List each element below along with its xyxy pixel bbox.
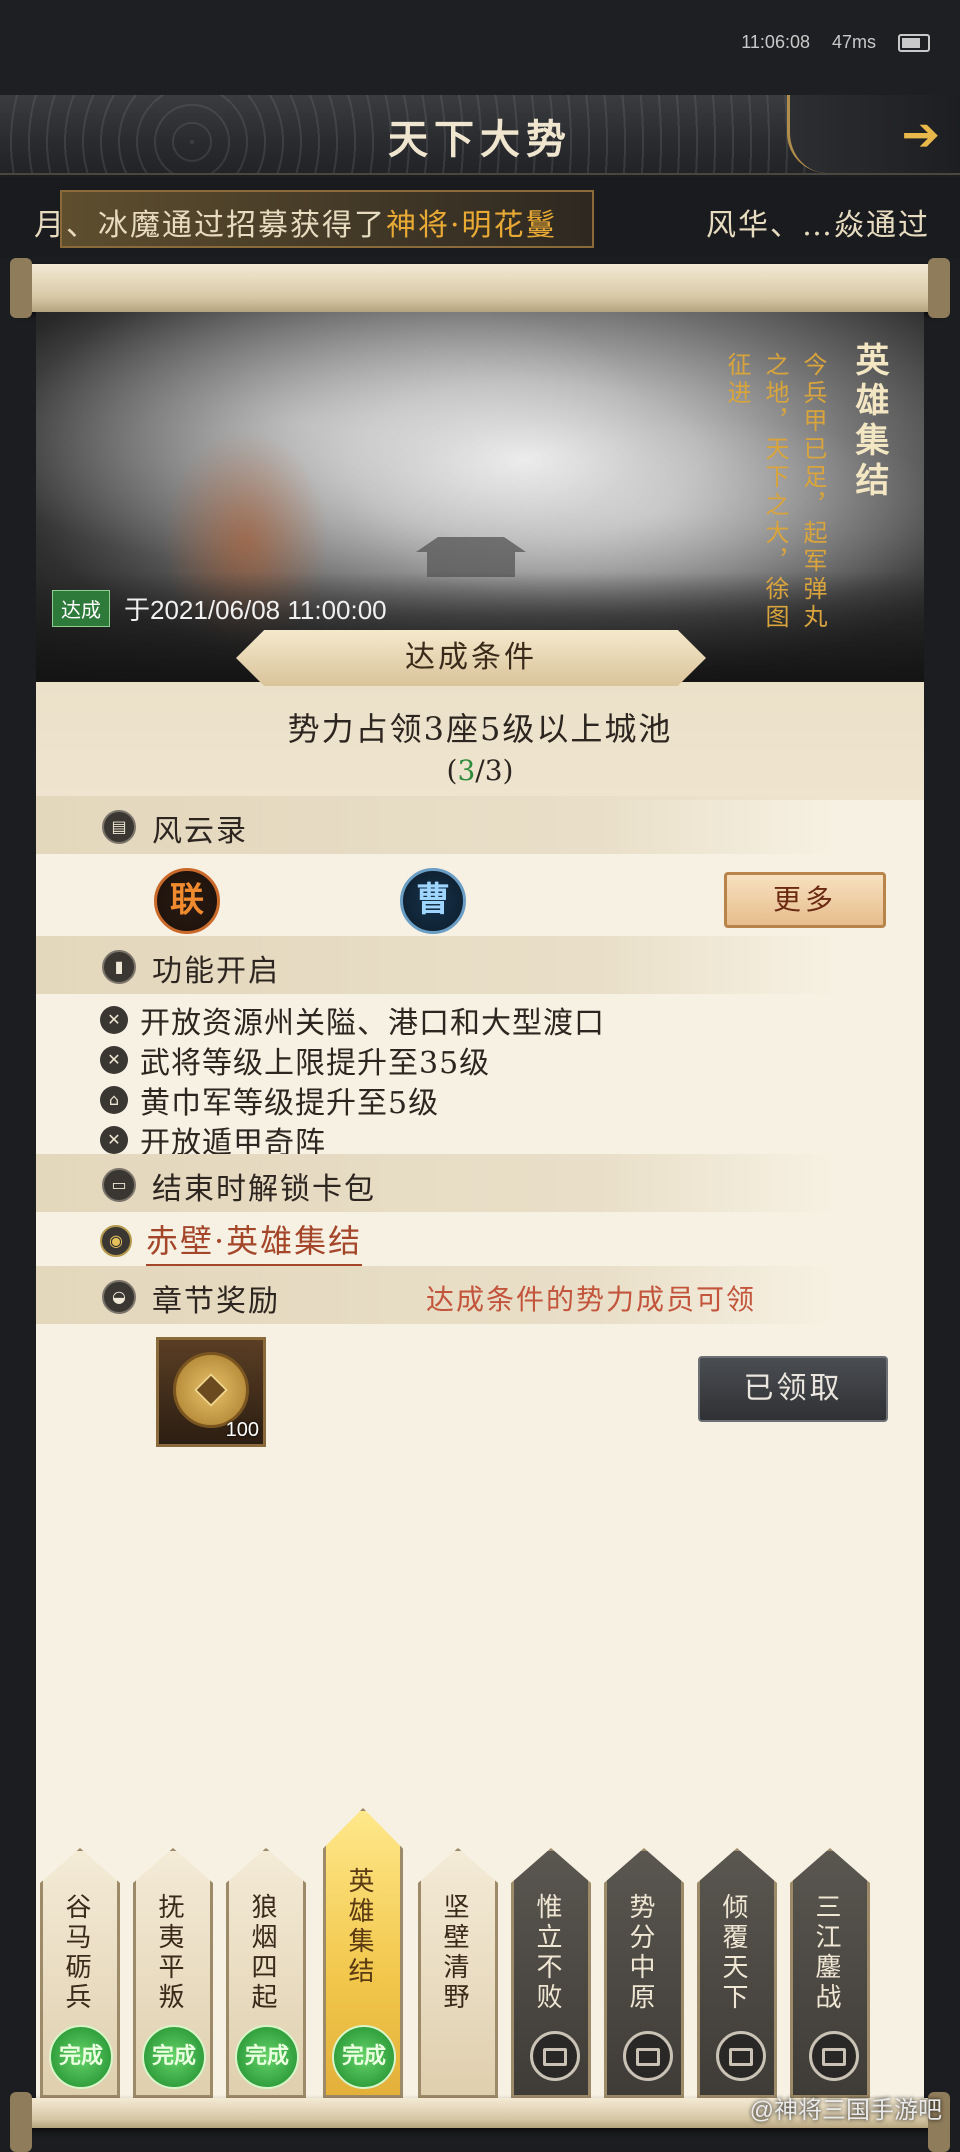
tab-chapter-1[interactable]: 谷马砺兵 完成 bbox=[40, 1848, 120, 2098]
feature-item: ✕ 武将等级上限提升至35级 bbox=[100, 1038, 490, 1082]
scroll-icon: ▮ bbox=[102, 950, 136, 984]
tab-chapter-3[interactable]: 狼烟四起 完成 bbox=[226, 1848, 306, 2098]
crossed-swords-icon: ✕ bbox=[100, 1006, 128, 1034]
tab-chapter-9[interactable]: 三江鏖战 bbox=[790, 1848, 870, 2098]
completed-badge-icon: 完成 bbox=[49, 2025, 113, 2089]
crossed-swords-icon: ✕ bbox=[100, 1046, 128, 1074]
crossed-swords-icon: ✕ bbox=[100, 1126, 128, 1154]
section-fengyun: ▤ 风云录 bbox=[36, 796, 836, 854]
clock: 11:06:08 bbox=[741, 32, 810, 52]
achieved-time: 于2021/06/08 11:00:00 bbox=[124, 595, 387, 625]
hero-emblem-icon: ◉ bbox=[100, 1225, 132, 1257]
section-features: ▮ 功能开启 bbox=[36, 936, 836, 994]
tab-chapter-2[interactable]: 抚夷平叛 完成 bbox=[133, 1848, 213, 2098]
section-card-pack: ▭ 结束时解锁卡包 bbox=[36, 1154, 836, 1212]
tab-chapter-6[interactable]: 惟立不败 bbox=[511, 1848, 591, 2098]
book-icon: ▤ bbox=[102, 810, 136, 844]
tab-chapter-8[interactable]: 倾覆天下 bbox=[697, 1848, 777, 2098]
card-pack-icon: ▭ bbox=[102, 1168, 136, 1202]
locked-chest-icon bbox=[716, 2031, 766, 2081]
condition-progress: (3/3) bbox=[446, 754, 514, 787]
faction-cao-icon[interactable]: 曹 bbox=[400, 868, 466, 934]
tab-chapter-7[interactable]: 势分中原 bbox=[604, 1848, 684, 2098]
section-fengyun-label: 风云录 bbox=[152, 814, 248, 849]
tab-chapter-5[interactable]: 坚壁清野 bbox=[418, 1848, 498, 2098]
section-reward: ◒ 章节奖励 达成条件的势力成员可领 bbox=[36, 1266, 836, 1324]
feature-item: ✕ 开放资源州关隘、港口和大型渡口 bbox=[100, 998, 605, 1042]
section-reward-label: 章节奖励 bbox=[152, 1284, 280, 1319]
feature-item: ⌂ 黄巾军等级提升至5级 bbox=[100, 1078, 439, 1122]
section-features-label: 功能开启 bbox=[152, 954, 280, 989]
back-button[interactable]: ➔ bbox=[787, 95, 960, 173]
achieved-row: 达成 于2021/06/08 11:00:00 bbox=[52, 590, 387, 627]
reward-quantity: 100 bbox=[225, 1419, 259, 1441]
condition-text: 势力占领3座5级以上城池 bbox=[287, 710, 673, 748]
completed-badge-icon: 完成 bbox=[142, 2025, 206, 2089]
watermark: @神将三国手游吧 bbox=[749, 2097, 942, 2124]
chapter-banner: 英雄集结 今兵甲已足，起军弹丸之地，天下之大，徐图征进 达成 于2021/06/… bbox=[36, 312, 924, 682]
reward-note: 达成条件的势力成员可领 bbox=[426, 1283, 757, 1316]
chapter-verse: 今兵甲已足，起军弹丸之地，天下之大，徐图征进 bbox=[723, 352, 827, 632]
copper-coin-icon bbox=[173, 1352, 249, 1428]
achieved-badge: 达成 bbox=[52, 590, 110, 627]
ticker-prefix: 月、冰魔通过招募获得了 bbox=[34, 208, 386, 243]
completed-badge-icon: 完成 bbox=[235, 2025, 299, 2089]
ticker-hero: 神将·明花鬘 bbox=[386, 208, 558, 243]
more-button[interactable]: 更多 bbox=[724, 872, 886, 928]
tab-chapter-4-active[interactable]: 英雄集结 完成 bbox=[323, 1808, 403, 2098]
reward-bowl-icon: ◒ bbox=[102, 1280, 136, 1314]
reward-item[interactable]: 100 bbox=[156, 1337, 266, 1447]
scroll-rod-top bbox=[10, 258, 950, 318]
gate-icon: ⌂ bbox=[100, 1086, 128, 1114]
locked-chest-icon bbox=[623, 2031, 673, 2081]
chapter-tabs: 谷马砺兵 完成 抚夷平叛 完成 狼烟四起 完成 英雄集结 完成 坚壁清野 惟立不… bbox=[40, 1808, 920, 2098]
chapter-title: 英雄集结 bbox=[849, 342, 889, 502]
locked-chest-icon bbox=[809, 2031, 859, 2081]
card-pack-link-text[interactable]: 赤壁·英雄集结 bbox=[146, 1216, 363, 1266]
section-card-pack-label: 结束时解锁卡包 bbox=[152, 1172, 376, 1207]
latency: 47ms bbox=[831, 32, 876, 52]
card-pack-link[interactable]: ◉ 赤壁·英雄集结 bbox=[100, 1216, 363, 1266]
claimed-button[interactable]: 已领取 bbox=[698, 1356, 888, 1422]
arrow-right-icon: ➔ bbox=[901, 107, 940, 161]
faction-lian-icon[interactable]: 联 bbox=[154, 868, 220, 934]
locked-chest-icon bbox=[530, 2031, 580, 2081]
ticker-left: 月、冰魔通过招募获得了神将·明花鬘 bbox=[34, 200, 558, 244]
battery-icon bbox=[898, 33, 930, 52]
ticker-right: 风华、…焱通过 bbox=[706, 208, 930, 243]
status-bar: 11:06:08 47ms bbox=[0, 0, 960, 95]
completed-badge-icon: 完成 bbox=[332, 2025, 396, 2089]
news-ticker: 月、冰魔通过招募获得了神将·明花鬘 风华、…焱通过 bbox=[0, 178, 960, 258]
condition-plate: 达成条件 bbox=[236, 630, 706, 686]
condition-box: 势力占领3座5级以上城池 (3/3) bbox=[36, 682, 924, 800]
progress-current: 3 bbox=[457, 754, 476, 787]
